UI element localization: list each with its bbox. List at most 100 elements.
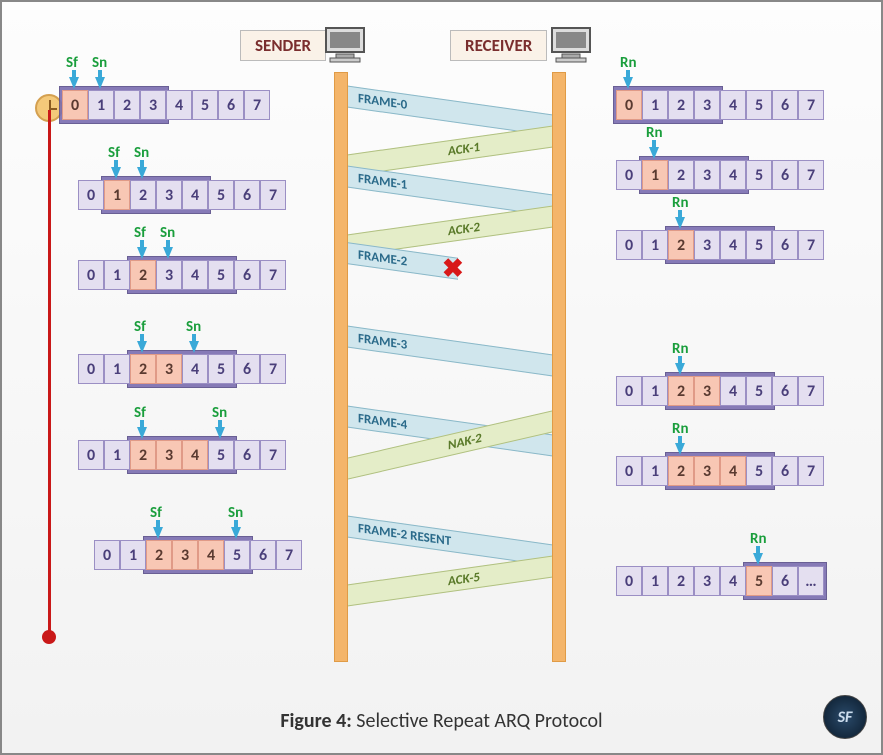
seq-cell: 7	[798, 376, 824, 406]
seq-cell: …	[798, 566, 824, 596]
seq-cell: 2	[130, 440, 156, 470]
seq-cell: 0	[616, 456, 642, 486]
sequence-cells: 01234567	[616, 230, 824, 260]
seq-cell: 6	[234, 440, 260, 470]
seq-cell: 6	[772, 230, 798, 260]
sender-window-strip: 01234567SfSn	[94, 540, 302, 570]
seq-cell: 6	[772, 160, 798, 190]
arrow-down-icon	[675, 363, 685, 375]
seq-cell: 4	[182, 354, 208, 384]
seq-cell: 6	[772, 90, 798, 120]
timer-end-dot	[42, 630, 56, 644]
seq-cell: 3	[694, 566, 720, 596]
ack-message: ACK-5	[348, 556, 552, 607]
sequence-cells: 01234567	[616, 90, 824, 120]
arrow-down-icon	[675, 217, 685, 229]
seq-cell: 0	[94, 540, 120, 570]
arrow-down-icon	[675, 443, 685, 455]
seq-cell: 1	[88, 90, 114, 120]
seq-cell: 2	[668, 566, 694, 596]
arrow-down-icon	[137, 167, 147, 179]
seq-cell: 7	[260, 440, 286, 470]
seq-cell: 2	[130, 354, 156, 384]
seq-cell: 1	[642, 376, 668, 406]
seq-cell: 7	[276, 540, 302, 570]
seq-cell: 0	[616, 376, 642, 406]
seq-cell: 7	[260, 354, 286, 384]
receiver-window-strip: 01234567Rn	[616, 230, 824, 260]
sender-label: SENDER	[240, 30, 326, 61]
seq-cell: 2	[668, 456, 694, 486]
seq-cell: 1	[104, 354, 130, 384]
seq-cell: 0	[78, 354, 104, 384]
seq-cell: 5	[746, 160, 772, 190]
seq-cell: 7	[798, 230, 824, 260]
frame-message: FRAME-0	[348, 86, 552, 137]
arrow-down-icon	[189, 341, 199, 353]
arrow-down-icon	[95, 77, 105, 89]
seq-cell: 5	[192, 90, 218, 120]
frame-message: FRAME-2 RESENT	[348, 516, 552, 567]
arrow-down-icon	[163, 247, 173, 259]
seq-cell: 5	[208, 260, 234, 290]
receiver-label: RECEIVER	[450, 30, 547, 61]
arrow-down-icon	[215, 427, 225, 439]
seq-cell: 5	[208, 354, 234, 384]
arrow-down-icon	[137, 341, 147, 353]
seq-cell: 1	[120, 540, 146, 570]
arrow-down-icon	[753, 553, 763, 565]
seq-cell: 4	[720, 90, 746, 120]
frame-message: FRAME-3	[348, 326, 552, 377]
seq-cell: 4	[720, 230, 746, 260]
seq-cell: 5	[746, 566, 772, 596]
seq-cell: 3	[694, 90, 720, 120]
seq-cell: 3	[156, 440, 182, 470]
seq-cell: 2	[668, 160, 694, 190]
seq-cell: 6	[234, 260, 260, 290]
seq-cell: 7	[244, 90, 270, 120]
seq-cell: 3	[694, 160, 720, 190]
seq-cell: 3	[172, 540, 198, 570]
seq-cell: 6	[234, 354, 260, 384]
arrow-down-icon	[153, 527, 163, 539]
seq-cell: 4	[720, 160, 746, 190]
seq-cell: 0	[616, 566, 642, 596]
seq-cell: 6	[218, 90, 244, 120]
arrow-down-icon	[111, 167, 121, 179]
caption-label: Figure 4:	[280, 709, 351, 733]
seq-cell: 0	[616, 160, 642, 190]
seq-cell: 3	[140, 90, 166, 120]
seq-cell: 4	[720, 376, 746, 406]
seq-cell: 4	[182, 180, 208, 210]
seq-cell: 5	[746, 456, 772, 486]
seq-cell: 3	[156, 354, 182, 384]
arrow-down-icon	[623, 77, 633, 89]
receiver-window-strip: 01234567Rn	[616, 90, 824, 120]
arrow-down-icon	[649, 147, 659, 159]
sf-logo-icon: SF	[823, 695, 867, 739]
timer-line	[48, 110, 51, 635]
seq-cell: 7	[798, 90, 824, 120]
seq-cell: 1	[642, 230, 668, 260]
seq-cell: 6	[772, 566, 798, 596]
seq-cell: 2	[130, 260, 156, 290]
figure-caption: Figure 4: Selective Repeat ARQ Protocol	[2, 709, 881, 733]
sequence-cells: 01234567	[78, 180, 286, 210]
diagram-frame: SENDER RECEIVER 01234567SfSn 01234567SfSn…	[0, 0, 883, 755]
sender-lifeline	[334, 72, 348, 662]
ack-message: ACK-1	[348, 126, 552, 177]
seq-cell: 0	[78, 440, 104, 470]
computer-icon-receiver	[548, 26, 594, 69]
arrow-down-icon	[137, 427, 147, 439]
seq-cell: 4	[166, 90, 192, 120]
seq-cell: 4	[182, 440, 208, 470]
sender-window-strip: 01234567SfSn	[62, 90, 270, 120]
frame-message: FRAME-1	[348, 166, 552, 217]
seq-cell: 1	[642, 566, 668, 596]
seq-cell: 2	[668, 376, 694, 406]
seq-cell: 1	[642, 90, 668, 120]
seq-cell: 2	[130, 180, 156, 210]
seq-cell: 7	[798, 160, 824, 190]
seq-cell: 2	[668, 90, 694, 120]
seq-cell: 0	[616, 230, 642, 260]
